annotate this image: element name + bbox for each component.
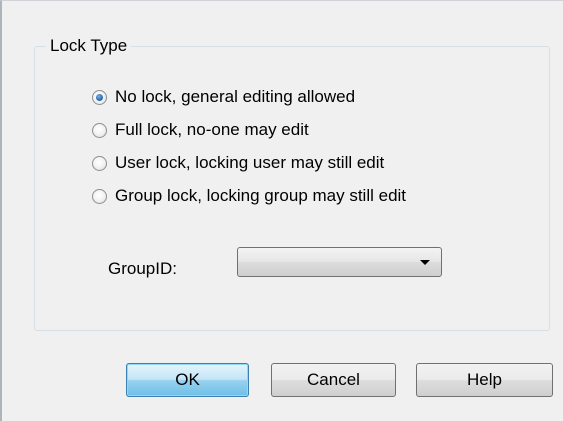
ok-button[interactable]: OK [126,363,249,397]
radio-label-no-lock: No lock, general editing allowed [115,87,356,106]
radio-option-no-lock[interactable]: No lock, general editing allowed [92,85,355,109]
radio-option-user-lock[interactable]: User lock, locking user may still edit [92,151,384,175]
help-button[interactable]: Help [416,363,553,397]
lock-type-groupbox-title: Lock Type [46,35,132,57]
radio-option-group-lock[interactable]: Group lock, locking group may still edit [92,184,406,208]
radio-label-group-lock: Group lock, locking group may still edit [115,186,407,205]
cancel-button[interactable]: Cancel [271,363,396,397]
radio-label-user-lock: User lock, locking user may still edit [115,153,385,172]
group-id-label: GroupID: [108,259,177,278]
radio-button-full-lock[interactable] [92,122,107,138]
radio-button-no-lock[interactable] [92,89,107,105]
radio-label-full-lock: Full lock, no-one may edit [115,120,309,139]
lock-type-dialog: Lock Type No lock, general editing allow… [0,0,563,421]
chevron-down-icon[interactable] [420,260,430,265]
radio-button-user-lock[interactable] [92,155,107,171]
radio-option-full-lock[interactable]: Full lock, no-one may edit [92,118,309,142]
group-id-dropdown[interactable] [237,247,442,277]
radio-button-group-lock[interactable] [92,188,107,204]
